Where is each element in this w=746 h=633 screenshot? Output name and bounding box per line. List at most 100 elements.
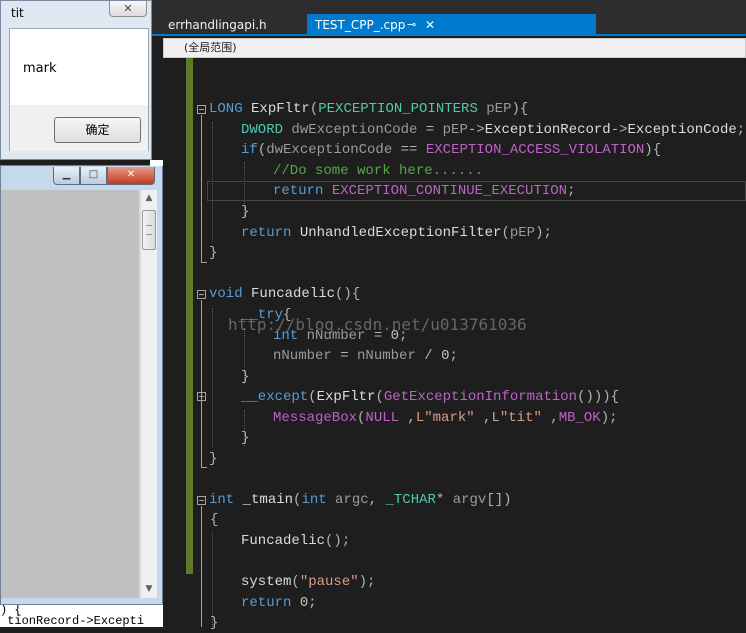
code-line[interactable]: __except(ExpFltr(GetExceptionInformation… [241, 387, 619, 407]
code-line[interactable]: if(dwExceptionCode == EXCEPTION_ACCESS_V… [241, 140, 661, 160]
console-window: ▁ □ ✕ ▲ ▼ [0, 165, 163, 605]
code-token: ); [358, 574, 376, 590]
code-token: Funcadelic [242, 286, 336, 302]
code-token: MessageBox [273, 410, 358, 426]
code-token: / [415, 348, 442, 364]
code-line[interactable]: MessageBox(NULL ,L"mark" ,L"tit" ,MB_OK)… [273, 408, 618, 428]
code-token: return [273, 183, 324, 199]
code-token: GetExceptionInformation [383, 389, 578, 405]
code-token: UnhandledExceptionFilter [291, 225, 502, 241]
collapse-icon[interactable] [197, 105, 206, 114]
dialog-footer: 确定 [10, 105, 148, 151]
code-token: ); [600, 410, 618, 426]
dialog-message: mark [23, 61, 57, 76]
code-token: { [210, 512, 219, 528]
code-token: } [241, 204, 250, 220]
vertical-scrollbar[interactable]: ▲ ▼ [140, 190, 157, 598]
pin-icon[interactable]: ⊸ [407, 14, 416, 36]
code-token: ExceptionRecord [484, 122, 611, 138]
code-token: = [417, 122, 443, 138]
code-token: ExpFltr [242, 101, 310, 117]
dialog-title: tit [11, 6, 24, 20]
tab-errhandlingapi[interactable]: errhandlingapi.h [160, 14, 275, 36]
code-token: argc [326, 492, 369, 508]
scroll-up-icon[interactable]: ▲ [142, 190, 156, 207]
scope-dropdown[interactable]: (全局范围) [163, 38, 746, 58]
code-token: EXCEPTION_ACCESS_VIOLATION [425, 142, 645, 158]
ok-button[interactable]: 确定 [54, 117, 141, 143]
collapse-icon[interactable] [197, 290, 206, 299]
dialog-close-button[interactable]: ✕ [109, 1, 147, 17]
code-token: void [209, 286, 243, 302]
code-line[interactable]: system("pause"); [241, 572, 375, 592]
minimize-button[interactable]: ▁ [53, 167, 80, 185]
code-line[interactable]: } [241, 428, 249, 448]
menu-strip [150, 0, 746, 14]
code-token: if [241, 142, 258, 158]
scope-label: (全局范围) [184, 41, 237, 54]
scroll-thumb[interactable] [142, 210, 156, 250]
code-token: pEP [477, 101, 512, 117]
indent-guide [212, 308, 213, 448]
code-line[interactable]: } [241, 367, 249, 387]
collapse-icon[interactable] [197, 496, 206, 505]
code-token: } [209, 451, 218, 467]
code-line[interactable]: LONG ExpFltr(PEXCEPTION_POINTERS pEP){ [209, 99, 528, 119]
code-token: -> [467, 122, 485, 138]
code-token: , [399, 410, 416, 426]
code-line[interactable]: return 0; [241, 593, 317, 613]
code-token: { [519, 101, 529, 117]
code-token: ExpFltr [316, 389, 376, 405]
code-token: pEP [509, 225, 536, 241]
code-token: MB_OK [558, 410, 601, 426]
code-token: system [241, 574, 292, 590]
console-output[interactable] [1, 190, 139, 598]
code-token: DWORD [241, 122, 284, 138]
code-line[interactable]: void Funcadelic(){ [209, 284, 360, 304]
collapse-icon[interactable] [197, 392, 206, 401]
tab-test-cpp[interactable]: TEST_CPP_.cpp ⊸ ✕ [307, 14, 596, 36]
code-line[interactable]: Funcadelic(); [241, 531, 350, 551]
code-line[interactable]: return EXCEPTION_CONTINUE_EXECUTION; [273, 181, 575, 201]
code-token: } [210, 615, 219, 631]
code-line[interactable]: { [210, 510, 218, 530]
code-line[interactable]: //Do some work here...... [273, 161, 483, 181]
scroll-down-icon[interactable]: ▼ [142, 581, 156, 598]
code-token: _tmain [234, 492, 294, 508]
code-token: ExceptionCode [627, 122, 737, 138]
console-close-button[interactable]: ✕ [107, 167, 155, 185]
code-token: EXCEPTION_CONTINUE_EXECUTION [323, 183, 568, 199]
code-token: ())){ [577, 389, 620, 405]
code-token: pEP [442, 122, 468, 138]
code-token: ( [291, 574, 300, 590]
code-token: L"mark" [415, 410, 475, 426]
code-token: } [241, 430, 250, 446]
code-token: ( [308, 389, 317, 405]
fold-guide [201, 300, 202, 468]
code-line[interactable]: } [210, 613, 218, 633]
code-token: NULL [365, 410, 400, 426]
code-line[interactable]: } [209, 449, 217, 469]
code-token: return [241, 225, 292, 241]
dialog-client: mark 确定 [9, 28, 149, 151]
window-controls: ▁ □ ✕ [53, 167, 157, 185]
code-line[interactable]: return UnhandledExceptionFilter(pEP); [241, 223, 552, 243]
tab-label: TEST_CPP_.cpp [315, 18, 406, 32]
code-line[interactable]: nNumber = nNumber / 0; [273, 346, 458, 366]
code-line[interactable]: int _tmain(int argc, _TCHAR* argv[]) [209, 490, 512, 510]
code-token: * [435, 492, 453, 508]
close-icon[interactable]: ✕ [425, 14, 435, 36]
code-token: argv [452, 492, 487, 508]
code-token: } [241, 369, 250, 385]
code-line[interactable]: DWORD dwExceptionCode = pEP->ExceptionRe… [241, 120, 745, 140]
code-token: //Do some work here...... [273, 163, 484, 179]
code-token: int [209, 492, 235, 508]
code-token: []) [486, 492, 512, 508]
code-token: ; [567, 183, 576, 199]
fold-guide [201, 115, 202, 263]
code-token: ; [736, 122, 746, 138]
code-line[interactable]: } [241, 202, 249, 222]
code-token: , [368, 492, 386, 508]
code-line[interactable]: } [209, 243, 217, 263]
maximize-button[interactable]: □ [80, 167, 107, 185]
